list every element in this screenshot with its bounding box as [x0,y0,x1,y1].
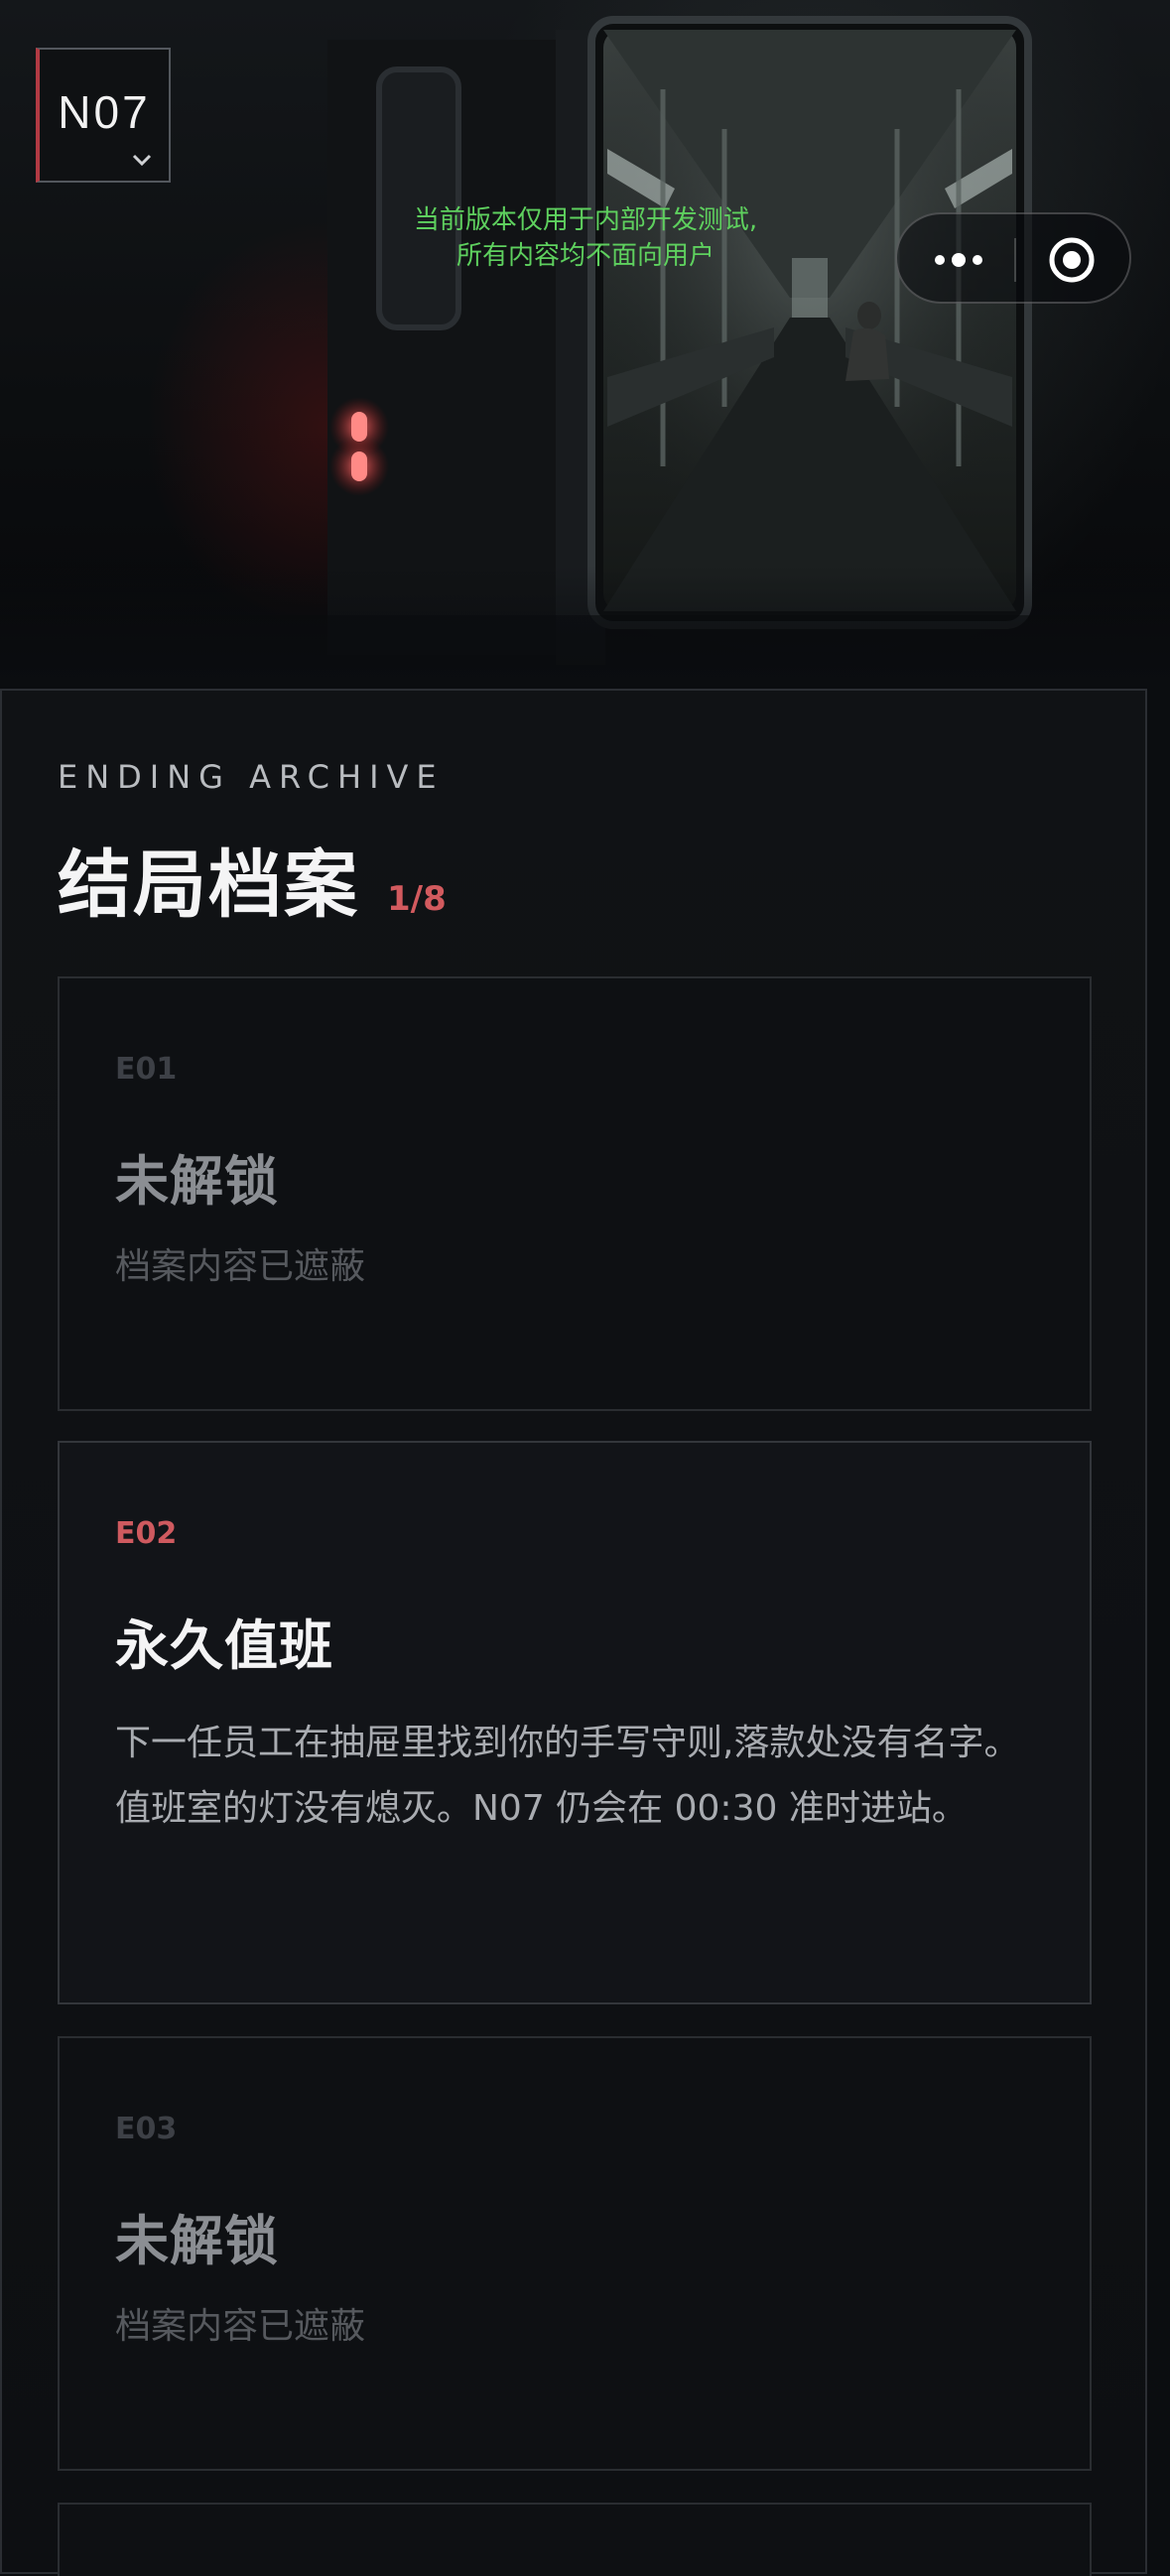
ending-card-e03[interactable]: E03 未解锁 档案内容已遮蔽 [58,2036,1092,2471]
card-title: 未解锁 [115,1150,279,1213]
logo-text: N07 [58,86,151,138]
logo-badge[interactable]: N07 [36,48,171,183]
dev-notice-line1: 当前版本仅用于内部开发测试, [413,205,758,235]
title-row: 结局档案 1/8 [58,826,447,932]
miniprogram-capsule [895,212,1131,304]
card-title: 未解锁 [115,2210,279,2272]
hero-banner: N07 当前版本仅用于内部开发测试, 所有内容均不面向用户 [0,0,1170,685]
card-code: E02 [115,1516,178,1551]
hero-fade [0,566,1170,685]
card-description: 档案内容已遮蔽 [115,1246,366,1287]
card-code: E01 [115,1052,178,1087]
more-dots-icon[interactable] [927,240,990,280]
ending-card-e01[interactable]: E01 未解锁 档案内容已遮蔽 [58,976,1092,1411]
unlock-progress: 1/8 [387,879,447,919]
dev-notice-line2: 所有内容均不面向用户 [455,241,715,271]
ending-card-e02[interactable]: E02 永久值班 下一任员工在抽屉里找到你的手写守则,落款处没有名字。值班室的灯… [58,1441,1092,2004]
ending-archive-panel: ENDING ARCHIVE 结局档案 1/8 E01 未解锁 档案内容已遮蔽 … [0,689,1147,2576]
chevron-down-icon [132,154,152,167]
target-close-icon[interactable] [1048,236,1096,284]
card-code: E03 [115,2112,178,2146]
card-description: 下一任员工在抽屉里找到你的手写守则,落款处没有名字。值班室的灯没有熄灭。N07 … [115,1723,1020,1829]
section-overline: ENDING ARCHIVE [58,758,445,796]
card-title: 永久值班 [115,1614,333,1677]
card-description: 档案内容已遮蔽 [115,2306,366,2347]
ending-card-next[interactable] [58,2503,1092,2576]
page-title: 结局档案 [58,842,359,928]
dev-notice: 当前版本仅用于内部开发测试, 所有内容均不面向用户 [327,202,844,274]
capsule-divider [1014,238,1016,282]
